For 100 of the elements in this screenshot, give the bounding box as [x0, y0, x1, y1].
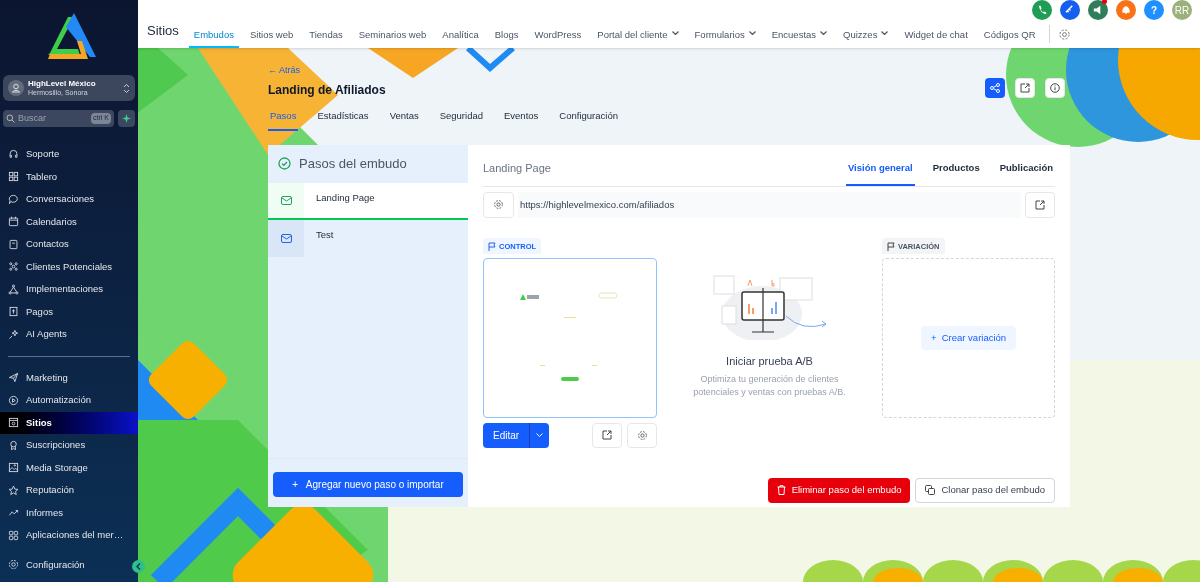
nav-tab[interactable]: Embudos	[188, 22, 239, 48]
settings-icon	[493, 199, 504, 211]
page-tab[interactable]: Seguridad	[437, 108, 485, 131]
settings-icon[interactable]	[1057, 28, 1071, 41]
edit-button[interactable]: Editar	[483, 422, 550, 448]
share-icon	[990, 83, 1000, 93]
add-step-button[interactable]: + Agregar nuevo paso o importar	[273, 471, 463, 497]
nav-tab[interactable]: WordPress	[529, 22, 587, 48]
sidebar-item[interactable]: Calendarios	[0, 210, 138, 233]
nav-tab[interactable]: Seminarios web	[353, 22, 432, 48]
sidebar-item[interactable]: Sitios	[0, 411, 138, 434]
star-icon	[8, 484, 19, 496]
clone-step-button[interactable]: Clonar paso del embudo	[915, 477, 1055, 503]
bell-icon	[1120, 4, 1132, 16]
step-name: Landing Page	[483, 161, 551, 177]
caret-icon	[536, 433, 544, 438]
nav-tab[interactable]: Formularios	[689, 22, 761, 48]
nav-tab[interactable]: Blogs	[489, 22, 524, 48]
sidebar-item[interactable]: Tablero	[0, 165, 138, 188]
nav-tab[interactable]: Widget de chat	[899, 22, 973, 48]
nav-tab[interactable]: Sitios web	[244, 22, 299, 48]
browser-icon	[8, 417, 19, 429]
detail-tab[interactable]: Publicación	[997, 160, 1055, 186]
page-settings-button[interactable]	[627, 422, 657, 448]
sidebar-item[interactable]: Automatización	[0, 389, 138, 412]
sidebar-item[interactable]: Informes	[0, 501, 138, 524]
preview-button[interactable]	[592, 422, 622, 448]
step-item[interactable]: Landing Page	[268, 182, 468, 220]
sparkle-icon	[8, 328, 19, 340]
headset-icon	[8, 148, 19, 160]
sidebar-item[interactable]: Marketing	[0, 366, 138, 389]
external-link-icon	[602, 430, 612, 441]
header-icon-button[interactable]	[1116, 0, 1136, 20]
page-tab[interactable]: Configuración	[557, 108, 620, 131]
sidebar-item[interactable]: Implementaciones	[0, 278, 138, 301]
detail-tab[interactable]: Productos	[930, 160, 982, 186]
user-icon	[8, 80, 24, 96]
open-external-button[interactable]	[1015, 78, 1035, 98]
settings-icon	[8, 559, 19, 571]
notebook-icon	[8, 238, 19, 250]
header-icon-button[interactable]	[1060, 0, 1080, 20]
sidebar-item[interactable]: Configuración	[0, 553, 124, 576]
sidebar-item[interactable]: Contactos	[0, 233, 138, 256]
sidebar-item[interactable]: Clientes Potenciales	[0, 255, 138, 278]
share-button[interactable]	[985, 78, 1005, 98]
detail-tab[interactable]: Visión general	[845, 160, 915, 186]
header-icon-button[interactable]	[1032, 0, 1052, 20]
sidebar-item[interactable]: Aplicaciones del mer…	[0, 524, 138, 547]
nav-tab[interactable]: Quizzes	[838, 22, 894, 48]
check-circle-icon	[278, 157, 291, 171]
paper-plane-icon	[8, 372, 19, 384]
search-placeholder: Buscar	[18, 111, 47, 125]
grid-icon	[8, 171, 19, 183]
flag-icon	[887, 241, 895, 251]
page-tab[interactable]: Ventas	[387, 108, 421, 131]
delete-step-button[interactable]: Eliminar paso del embudo	[767, 477, 911, 503]
envelope-icon	[280, 195, 292, 205]
info-button[interactable]	[1045, 78, 1065, 98]
sidebar-item[interactable]: Media Storage	[0, 456, 138, 479]
sidebar-item[interactable]: Conversaciones	[0, 188, 138, 211]
envelope-icon	[280, 233, 292, 243]
chevron-down-icon	[748, 31, 756, 35]
tools-icon	[1064, 4, 1076, 16]
apps-icon	[8, 529, 19, 541]
nav-tab[interactable]: Códigos QR	[978, 22, 1041, 48]
nav-tab[interactable]: Portal del cliente	[592, 22, 684, 48]
url-field[interactable]: https://highlevelmexico.com/afiliados	[518, 191, 1021, 218]
sidebar-item[interactable]: Reputación	[0, 479, 138, 502]
page-tab[interactable]: Eventos	[502, 108, 541, 131]
nav-tab[interactable]: Encuestas	[766, 22, 833, 48]
account-name: HighLevel México	[28, 79, 97, 88]
flag-icon	[488, 241, 496, 251]
page-tab[interactable]: Estadísticas	[315, 108, 371, 131]
external-link-icon	[1035, 199, 1045, 210]
open-url-button[interactable]	[1025, 191, 1055, 218]
chevron-down-icon	[881, 31, 889, 35]
external-link-icon	[1020, 83, 1030, 93]
create-variation-button[interactable]: + Crear variación	[920, 325, 1017, 350]
sidebar-item[interactable]: AI Agents	[0, 323, 138, 346]
step-item[interactable]: Test	[268, 219, 468, 257]
chevron-left-icon	[136, 563, 141, 570]
network-icon	[8, 283, 19, 295]
badge-icon	[8, 439, 19, 451]
url-settings-button[interactable]	[483, 191, 514, 218]
image-icon	[8, 462, 19, 474]
play-circle-icon	[8, 394, 19, 406]
ab-test-title: Iniciar prueba A/B	[726, 353, 813, 369]
page-title: Landing de Afiliados	[268, 81, 387, 99]
ai-button[interactable]	[118, 110, 135, 127]
sidebar-item[interactable]: Soporte	[0, 143, 138, 166]
search-icon	[6, 114, 15, 123]
header-icon-button[interactable]	[1088, 0, 1108, 20]
nav-tab[interactable]: Analítica	[437, 22, 484, 48]
sidebar-item[interactable]: Suscripciones	[0, 434, 138, 457]
panel-title: Pasos del embudo	[299, 155, 407, 173]
phone-icon	[1036, 4, 1048, 16]
sparkle-icon	[122, 114, 131, 123]
settings-icon	[636, 429, 648, 441]
nav-tab[interactable]: Tiendas	[304, 22, 348, 48]
sidebar-item[interactable]: Pagos	[0, 300, 138, 323]
